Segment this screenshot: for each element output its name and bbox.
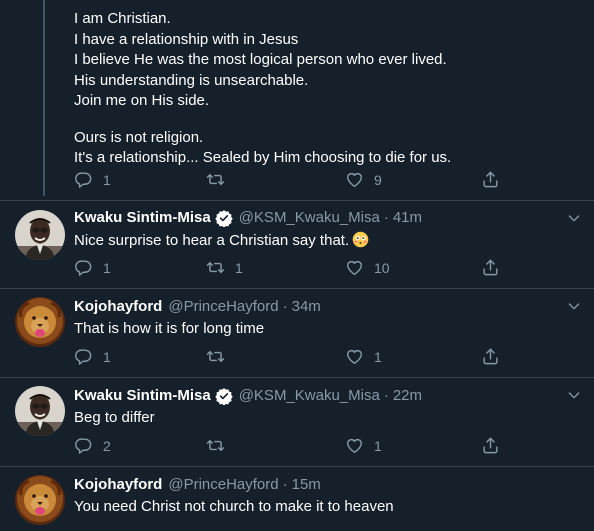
reply-icon	[74, 347, 93, 366]
tweet-actions: 2 1	[74, 436, 504, 458]
share-icon	[481, 258, 500, 277]
tweet-header: Kojohayford @PrinceHayford · 15m	[74, 475, 321, 495]
tweet-actions: 1 1	[74, 347, 504, 369]
chevron-down-icon[interactable]	[566, 387, 582, 403]
tweet-text: I am Christian. I have a relationship wi…	[74, 9, 574, 169]
reply-tweet[interactable]: Kwaku Sintim-Misa @KSM_Kwaku_Misa · 41m …	[0, 201, 594, 289]
chevron-down-icon[interactable]	[566, 298, 582, 314]
display-name[interactable]: Kwaku Sintim-Misa	[74, 386, 211, 406]
timestamp[interactable]: 34m	[292, 297, 321, 317]
timestamp[interactable]: 15m	[292, 475, 321, 495]
timestamp[interactable]: 41m	[393, 208, 422, 228]
heart-icon	[345, 347, 364, 366]
reply-count: 1	[103, 348, 111, 365]
tweet-text: Nice surprise to hear a Christian say th…	[74, 231, 369, 251]
share-button[interactable]	[481, 436, 500, 455]
avatar[interactable]	[15, 475, 65, 525]
reply-icon	[74, 258, 93, 277]
display-name[interactable]: Kojohayford	[74, 475, 162, 495]
reply-icon	[74, 436, 93, 455]
tweet-line: I believe He was the most logical person…	[74, 51, 447, 68]
tweet-actions: 1 1 10	[74, 258, 504, 280]
tweet-text: Beg to differ	[74, 409, 155, 426]
like-button[interactable]: 9	[345, 170, 382, 189]
display-name[interactable]: Kwaku Sintim-Misa	[74, 208, 211, 228]
tweet-line: Ours is not religion.	[74, 128, 204, 146]
heart-icon	[345, 258, 364, 277]
tweet-line: It's a relationship... Sealed by Him cho…	[74, 149, 452, 166]
retweet-button[interactable]	[206, 347, 235, 366]
retweet-button[interactable]: 1	[206, 258, 243, 277]
reply-button[interactable]: 1	[74, 347, 111, 366]
share-icon	[481, 170, 500, 189]
user-handle[interactable]: @PrinceHayford	[168, 297, 278, 317]
separator-dot: ·	[383, 209, 389, 226]
reply-icon	[74, 170, 93, 189]
tweet-header: Kwaku Sintim-Misa @KSM_Kwaku_Misa · 22m	[74, 386, 422, 406]
tweet-line: I am Christian.	[74, 10, 171, 27]
reply-count: 1	[103, 171, 111, 188]
user-handle[interactable]: @PrinceHayford	[168, 475, 278, 495]
like-button[interactable]: 1	[345, 347, 382, 366]
tweet-header: Kojohayford @PrinceHayford · 34m	[74, 297, 321, 317]
tweet-text: You need Christ not church to make it to…	[74, 498, 394, 515]
share-icon	[481, 436, 500, 455]
like-button[interactable]: 1	[345, 436, 382, 455]
heart-icon	[345, 436, 364, 455]
share-icon	[481, 347, 500, 366]
verified-badge-icon	[215, 387, 233, 405]
tweet-line: Join me on His side.	[74, 92, 210, 109]
like-button[interactable]: 10	[345, 258, 390, 277]
thread-connector-line	[43, 0, 45, 196]
retweet-button[interactable]	[206, 436, 235, 455]
retweet-count: 1	[235, 259, 243, 276]
tweet-actions: 1 9	[74, 170, 504, 192]
retweet-icon	[206, 258, 225, 277]
retweet-icon	[206, 436, 225, 455]
avatar[interactable]	[15, 210, 65, 260]
avatar[interactable]	[15, 297, 65, 347]
reply-button[interactable]: 1	[74, 170, 111, 189]
verified-badge-icon	[215, 209, 233, 227]
separator-dot: ·	[383, 387, 389, 404]
reply-button[interactable]: 1	[74, 258, 111, 277]
tweet-line: I have a relationship with in Jesus	[74, 30, 299, 48]
reply-tweet[interactable]: Kojohayford @PrinceHayford · 34m That is…	[0, 289, 594, 377]
user-handle[interactable]: @KSM_Kwaku_Misa	[239, 386, 380, 406]
flushed-face-emoji-icon	[352, 231, 369, 248]
tweet-line: His understanding is unsearchable.	[74, 71, 309, 89]
tweet-text: That is how it is for long time	[74, 320, 265, 337]
tweet-text-content: Nice surprise to hear a Christian say th…	[74, 232, 350, 249]
tweet-header: Kwaku Sintim-Misa @KSM_Kwaku_Misa · 41m	[74, 208, 422, 228]
reply-count: 1	[103, 259, 111, 276]
reply-tweet[interactable]: Kojohayford @PrinceHayford · 15m You nee…	[0, 467, 594, 531]
share-button[interactable]	[481, 258, 500, 277]
separator-dot: ·	[282, 298, 288, 315]
retweet-button[interactable]	[206, 170, 235, 189]
share-button[interactable]	[481, 170, 500, 189]
reply-button[interactable]: 2	[74, 436, 111, 455]
like-count: 9	[374, 171, 382, 188]
reply-count: 2	[103, 437, 111, 454]
user-handle[interactable]: @KSM_Kwaku_Misa	[239, 208, 380, 228]
timestamp[interactable]: 22m	[393, 386, 422, 406]
like-count: 10	[374, 259, 390, 276]
like-count: 1	[374, 437, 382, 454]
like-count: 1	[374, 348, 382, 365]
share-button[interactable]	[481, 347, 500, 366]
reply-tweet[interactable]: Kwaku Sintim-Misa @KSM_Kwaku_Misa · 22m …	[0, 378, 594, 466]
display-name[interactable]: Kojohayford	[74, 297, 162, 317]
retweet-icon	[206, 170, 225, 189]
heart-icon	[345, 170, 364, 189]
retweet-icon	[206, 347, 225, 366]
avatar[interactable]	[15, 386, 65, 436]
chevron-down-icon[interactable]	[566, 210, 582, 226]
separator-dot: ·	[282, 476, 288, 493]
